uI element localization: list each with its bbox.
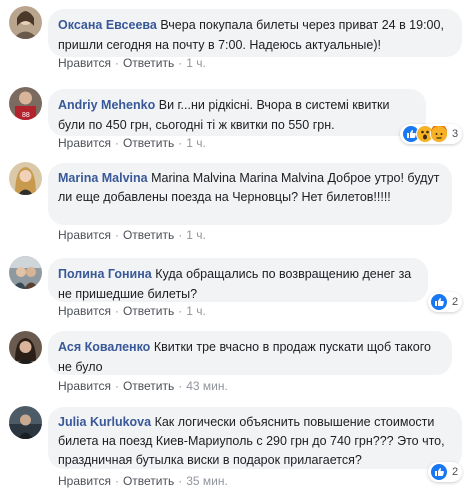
comment-author[interactable]: Julia Kurlukova [58, 415, 151, 429]
separator: · [178, 474, 183, 488]
reply-link[interactable]: Ответить [123, 228, 174, 242]
separator: · [178, 304, 183, 318]
comment-bubble: Andriy Mehenko Ви г...ни рідкісні. Вчора… [48, 89, 426, 136]
avatar[interactable] [9, 406, 42, 439]
reactions-badge[interactable]: 3 [400, 124, 463, 144]
reply-link[interactable]: Ответить [123, 56, 174, 70]
avatar[interactable] [9, 162, 42, 195]
separator: · [114, 304, 119, 318]
comment-author[interactable]: Andriy Mehenko [58, 98, 155, 112]
comment-actions: Нравится · Ответить · 35 мин. [58, 474, 228, 490]
avatar[interactable] [9, 256, 42, 289]
reactions-count: 2 [452, 296, 459, 308]
reply-link[interactable]: Ответить [123, 136, 174, 150]
comment-timestamp[interactable]: 1 ч. [186, 304, 206, 318]
comment-timestamp[interactable]: 1 ч. [186, 136, 206, 150]
like-icon [430, 293, 448, 311]
like-link[interactable]: Нравится [58, 304, 111, 318]
angry-icon [430, 124, 448, 143]
comment-timestamp[interactable]: 43 мин. [186, 379, 228, 393]
comment-bubble: Оксана Евсеева Вчера покупала билеты чер… [48, 9, 462, 57]
avatar[interactable]: 88 [9, 87, 42, 120]
like-link[interactable]: Нравится [58, 474, 111, 488]
svg-text:88: 88 [22, 112, 30, 119]
reactions-badge[interactable]: 2 [428, 462, 463, 482]
comment-author[interactable]: Ася Коваленко [58, 340, 150, 354]
comment-bubble: Julia Kurlukova Как логически объяснить … [48, 407, 462, 469]
comment-actions: Нравится · Ответить · 1 ч. [58, 56, 206, 72]
comment-timestamp[interactable]: 35 мин. [186, 474, 228, 488]
comment-actions: Нравится · Ответить · 1 ч. [58, 228, 206, 244]
comment-timestamp[interactable]: 1 ч. [186, 56, 206, 70]
comment-bubble: Marina Malvina Marina Malvina Marina Mal… [48, 163, 452, 225]
like-link[interactable]: Нравится [58, 56, 111, 70]
separator: · [114, 136, 119, 150]
separator: · [114, 474, 119, 488]
separator: · [114, 228, 119, 242]
separator: · [178, 56, 183, 70]
separator: · [178, 379, 183, 393]
comment-bubble: Полина Гонина Куда обращались по возвращ… [48, 258, 428, 302]
comment-actions: Нравится · Ответить · 1 ч. [58, 136, 206, 152]
reactions-count: 3 [452, 128, 459, 140]
comment-bubble: Ася Коваленко Квитки тре вчасно в продаж… [48, 331, 452, 375]
like-link[interactable]: Нравится [58, 228, 111, 242]
comment-author[interactable]: Marina Malvina [58, 171, 148, 185]
separator: · [178, 136, 183, 150]
reactions-count: 2 [452, 466, 459, 478]
avatar[interactable] [9, 331, 42, 364]
reply-link[interactable]: Ответить [123, 304, 174, 318]
avatar[interactable] [9, 6, 42, 39]
like-icon [430, 463, 448, 481]
like-link[interactable]: Нравится [58, 136, 111, 150]
reactions-badge[interactable]: 2 [428, 292, 463, 312]
comment-author[interactable]: Оксана Евсеева [58, 18, 157, 32]
reply-link[interactable]: Ответить [123, 379, 174, 393]
comment-author[interactable]: Полина Гонина [58, 267, 152, 281]
comment-actions: Нравится · Ответить · 1 ч. [58, 304, 206, 320]
comment-actions: Нравится · Ответить · 43 мин. [58, 379, 228, 395]
reply-link[interactable]: Ответить [123, 474, 174, 488]
separator: · [178, 228, 183, 242]
comment-timestamp[interactable]: 1 ч. [186, 228, 206, 242]
separator: · [114, 379, 119, 393]
separator: · [114, 56, 119, 70]
like-link[interactable]: Нравится [58, 379, 111, 393]
